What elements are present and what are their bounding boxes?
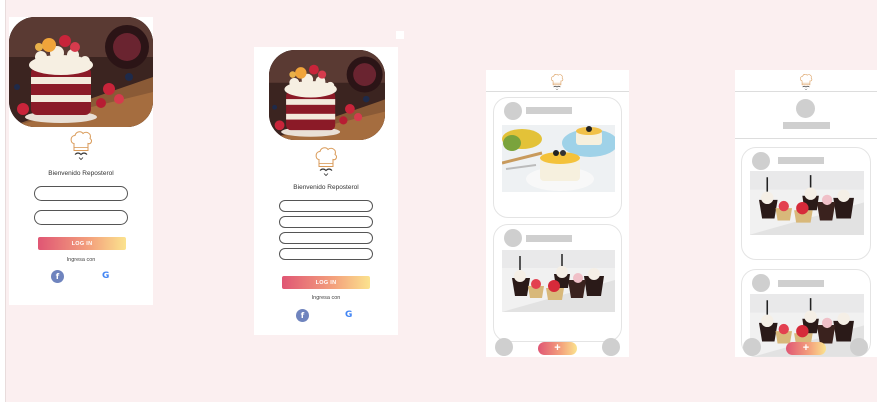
hero-cake-image xyxy=(269,50,385,140)
nav-left-button[interactable] xyxy=(743,338,761,356)
facebook-icon[interactable]: f xyxy=(296,309,309,322)
plus-icon[interactable]: + xyxy=(538,342,577,355)
hero-cake-image xyxy=(9,17,153,127)
avatar xyxy=(752,152,770,170)
avatar xyxy=(504,102,522,120)
password-field[interactable] xyxy=(34,210,128,225)
username-placeholder xyxy=(778,280,824,287)
avatar xyxy=(752,274,770,292)
post-card[interactable] xyxy=(741,147,871,260)
post-image xyxy=(750,171,864,235)
username-placeholder xyxy=(526,235,572,242)
profile-screen: + xyxy=(735,70,877,357)
username-placeholder xyxy=(778,157,824,164)
google-icon[interactable]: G xyxy=(102,271,109,281)
profile-name-placeholder xyxy=(783,122,830,129)
top-bar xyxy=(486,70,629,92)
chef-hat-icon xyxy=(550,73,564,91)
login-screen-2: Bienvenido Reposterol LOG IN Ingresa con… xyxy=(254,47,398,335)
ingresa-con-label: Ingresa con xyxy=(66,257,96,263)
avatar xyxy=(504,229,522,247)
feed-screen: + xyxy=(486,70,629,357)
facebook-icon[interactable]: f xyxy=(51,270,64,283)
form-field-1[interactable] xyxy=(279,200,373,212)
login-screen-1: Bienvenido Reposterol LOG IN Ingresa con… xyxy=(9,17,153,305)
ingresa-con-label: Ingresa con xyxy=(311,295,341,301)
plus-icon[interactable]: + xyxy=(786,342,826,355)
welcome-text: Bienvenido Reposterol xyxy=(48,170,114,177)
divider xyxy=(735,138,877,139)
post-card[interactable] xyxy=(493,224,622,342)
username-field[interactable] xyxy=(34,186,128,201)
welcome-text: Bienvenido Reposterol xyxy=(293,184,359,191)
post-card[interactable] xyxy=(493,97,622,218)
form-field-3[interactable] xyxy=(279,232,373,244)
left-edge-panel xyxy=(0,0,6,402)
chef-hat-icon xyxy=(69,129,93,162)
post-image xyxy=(502,250,615,312)
google-icon[interactable]: G xyxy=(345,310,352,320)
nav-left-button[interactable] xyxy=(495,338,513,356)
form-field-2[interactable] xyxy=(279,216,373,228)
login-button[interactable]: LOG IN xyxy=(282,276,370,289)
profile-avatar xyxy=(796,99,815,118)
selection-handle xyxy=(396,31,404,39)
chef-hat-icon xyxy=(314,145,338,178)
username-placeholder xyxy=(526,107,572,114)
form-field-4[interactable] xyxy=(279,248,373,260)
post-image xyxy=(502,125,615,192)
nav-right-button[interactable] xyxy=(850,338,868,356)
nav-right-button[interactable] xyxy=(602,338,620,356)
chef-hat-icon xyxy=(799,73,813,91)
top-bar xyxy=(735,70,877,92)
login-button[interactable]: LOG IN xyxy=(38,237,126,250)
